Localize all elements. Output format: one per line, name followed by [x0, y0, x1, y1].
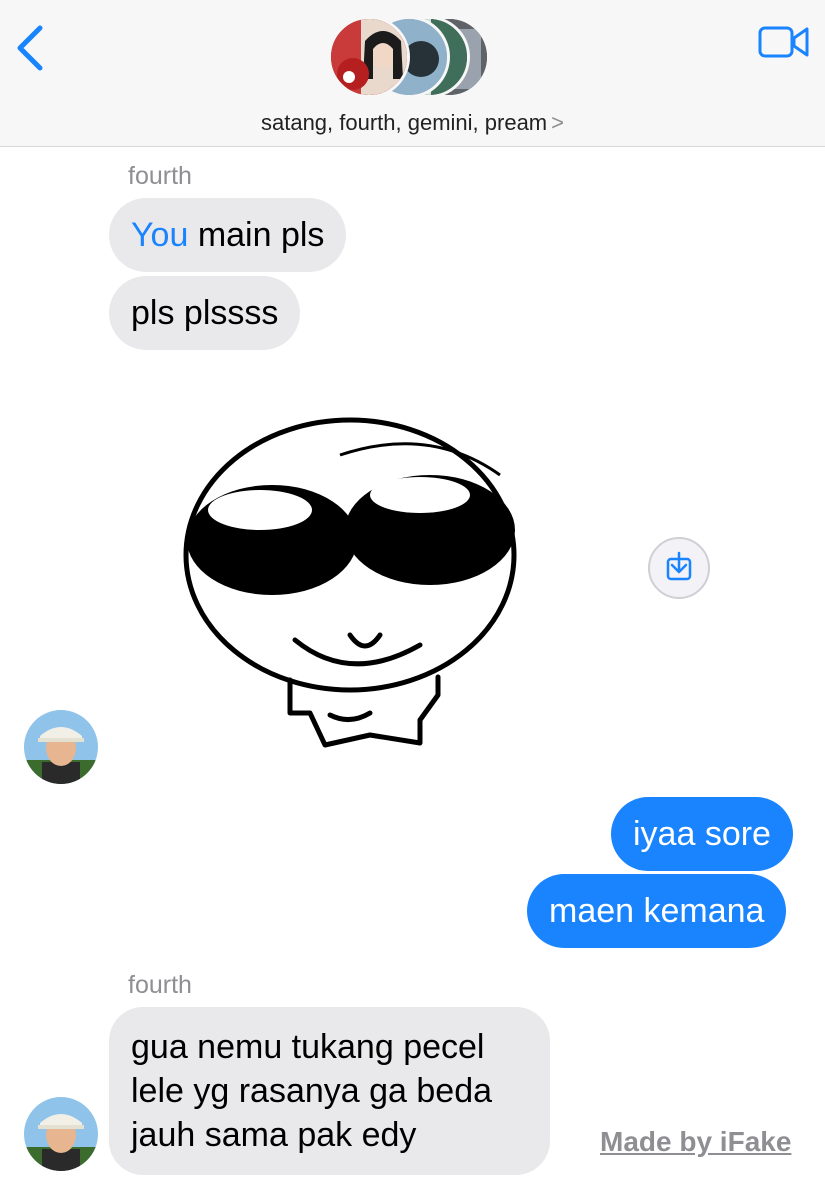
watermark: Made by iFake: [600, 1126, 792, 1157]
back-button[interactable]: [10, 22, 54, 74]
sender-avatar[interactable]: [24, 710, 98, 784]
received-message-bubble[interactable]: gua nemu tukang pecel lele yg rasanya ga…: [109, 1007, 550, 1175]
video-camera-icon: [758, 26, 809, 58]
sunglasses-cartoon-sticker[interactable]: [180, 395, 525, 760]
message-line: gua nemu tukang pecel: [131, 1028, 485, 1066]
message-line: lele yg rasanya ga beda: [131, 1072, 493, 1110]
chevron-left-icon: [17, 25, 43, 71]
message-text: main pls: [188, 216, 325, 254]
message-text: maen kemana: [549, 892, 765, 930]
received-message-bubble[interactable]: You main pls: [109, 198, 347, 272]
avatar: [328, 16, 410, 98]
mention[interactable]: You: [131, 216, 188, 254]
received-message-bubble[interactable]: pls plssss: [109, 276, 301, 350]
save-sticker-button[interactable]: [648, 537, 710, 599]
group-name-link[interactable]: satang, fourth, gemini, pream >: [0, 110, 825, 136]
group-avatars[interactable]: [328, 14, 498, 102]
sent-message-bubble[interactable]: iyaa sore: [611, 797, 793, 871]
sender-avatar[interactable]: [24, 1097, 98, 1171]
sender-name: fourth: [128, 971, 192, 999]
sender-name: fourth: [128, 162, 192, 190]
video-call-button[interactable]: [758, 24, 810, 60]
message-text: iyaa sore: [633, 815, 771, 853]
conversation-header: satang, fourth, gemini, pream >: [0, 0, 825, 147]
download-icon: [666, 551, 692, 581]
chevron-right-icon: >: [551, 110, 564, 135]
message-line: jauh sama pak edy: [131, 1116, 417, 1154]
sent-message-bubble[interactable]: maen kemana: [527, 874, 787, 948]
group-name: satang, fourth, gemini, pream: [260, 110, 548, 135]
message-text: pls plssss: [131, 294, 279, 332]
